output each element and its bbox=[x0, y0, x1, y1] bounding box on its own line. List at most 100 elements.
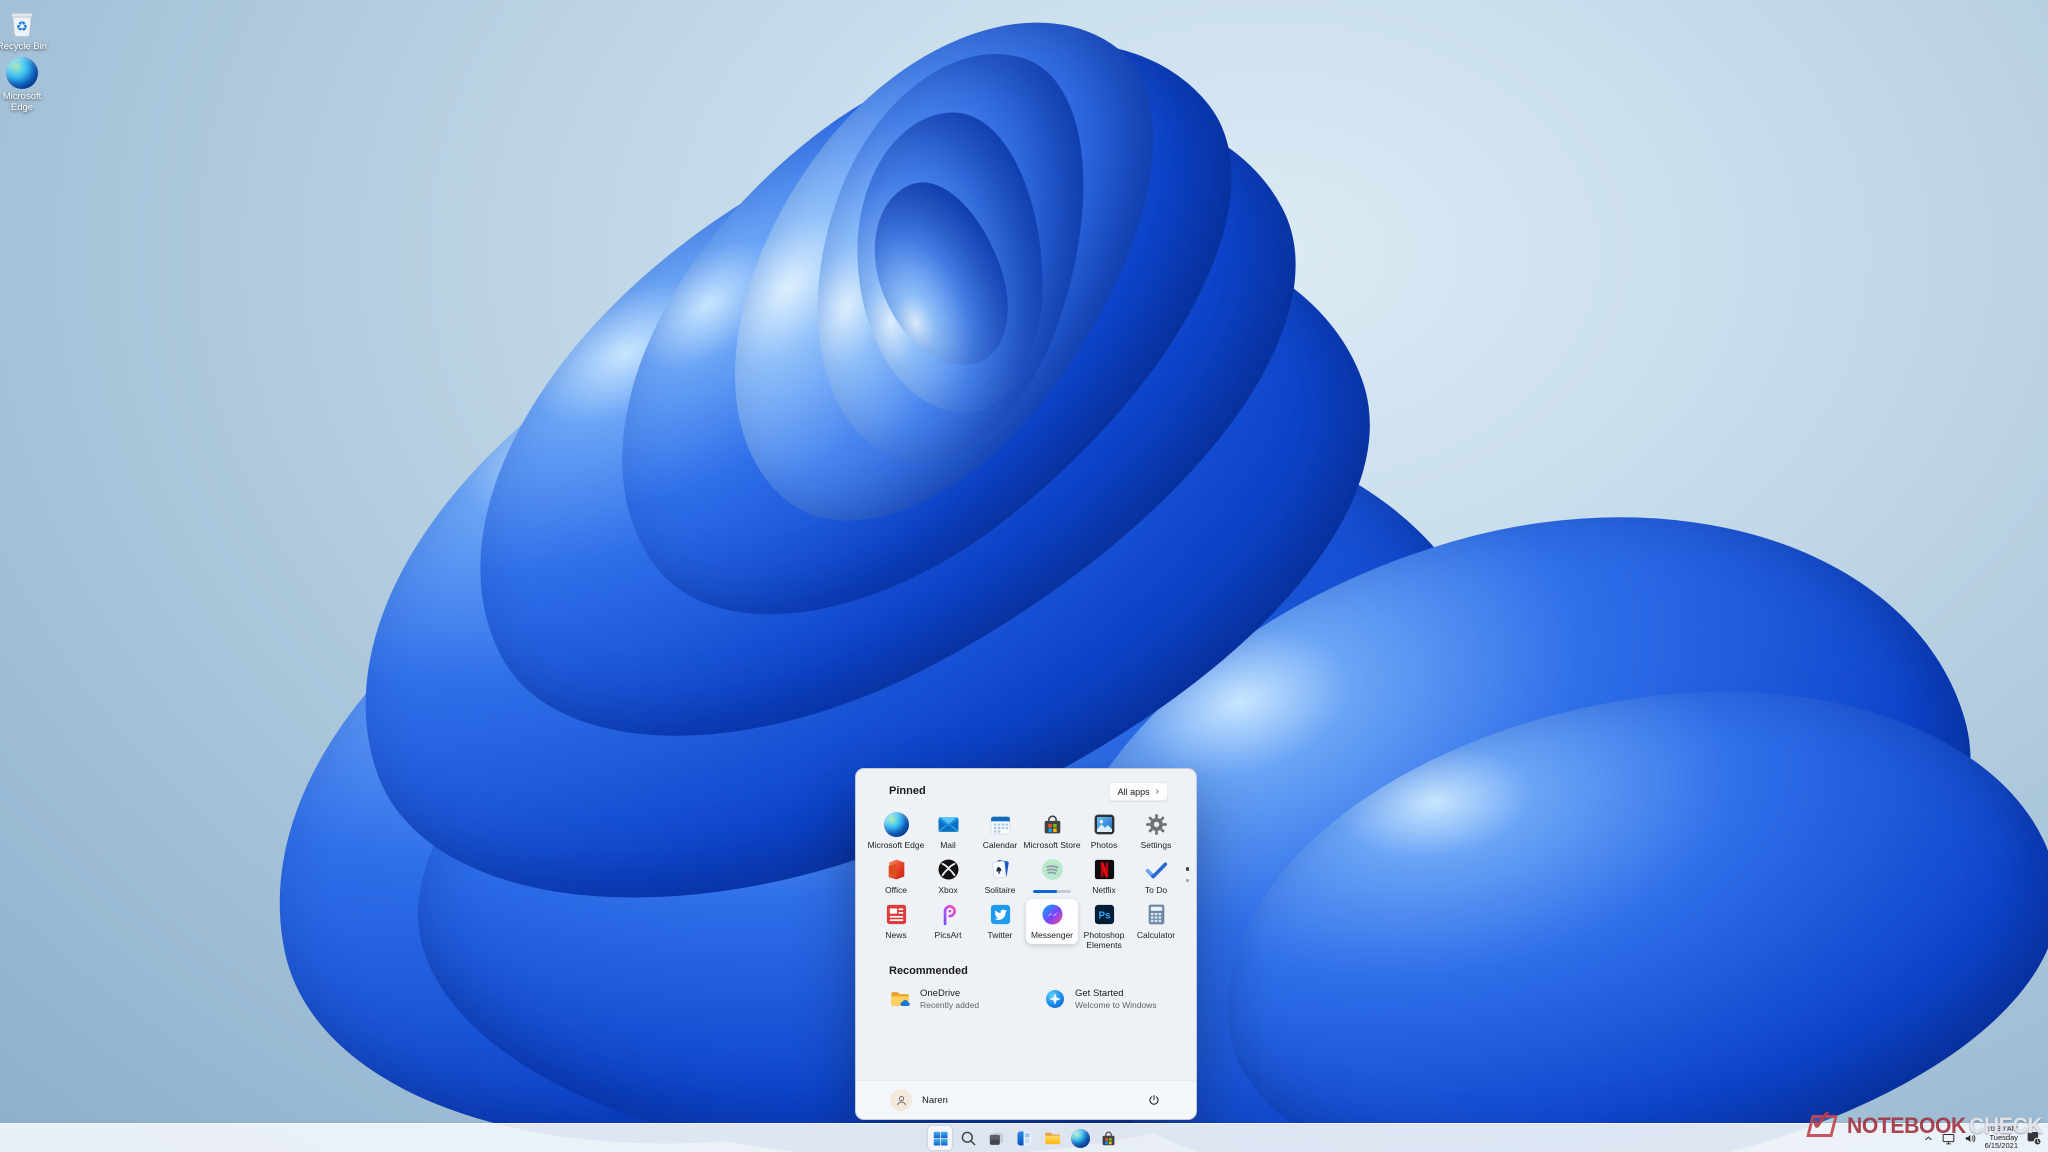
photoshop-elements-icon: Ps bbox=[1092, 902, 1117, 927]
recommended-item-onedrive[interactable]: OneDrive Recently added bbox=[884, 985, 984, 1013]
desktop-icon-label: Microsoft Edge bbox=[2, 91, 42, 113]
pinned-app-twitter[interactable]: Twitter bbox=[974, 899, 1026, 944]
start-menu: Pinned All apps Microsoft Edge Mail Cale… bbox=[855, 768, 1197, 1120]
settings-gear-icon bbox=[1144, 812, 1169, 837]
pinned-app-photos[interactable]: Photos bbox=[1078, 809, 1130, 854]
pinned-app-label: PicsArt bbox=[934, 930, 962, 940]
pinned-pages-scroll-indicator[interactable] bbox=[1185, 867, 1189, 882]
calendar-icon bbox=[988, 812, 1013, 837]
pinned-app-messenger[interactable]: Messenger bbox=[1026, 899, 1078, 944]
spotify-icon bbox=[1040, 857, 1065, 882]
recommended-title: Get Started bbox=[1075, 988, 1124, 999]
power-icon bbox=[1149, 1095, 1159, 1105]
pinned-app-label: Twitter bbox=[987, 930, 1013, 940]
pinned-app-calendar[interactable]: Calendar bbox=[974, 809, 1026, 854]
calculator-icon bbox=[1144, 902, 1169, 927]
chevron-right-icon bbox=[1156, 786, 1159, 797]
start-menu-footer: Naren bbox=[856, 1080, 1196, 1119]
pinned-app-label: Microsoft Store bbox=[1023, 840, 1081, 850]
pinned-app-label: To Do bbox=[1144, 885, 1168, 895]
pinned-app-label: Photos bbox=[1090, 840, 1118, 850]
user-avatar bbox=[890, 1089, 912, 1111]
get-started-icon bbox=[1044, 988, 1066, 1010]
pinned-app-microsoft-edge[interactable]: Microsoft Edge bbox=[867, 809, 925, 854]
search-icon bbox=[961, 1131, 975, 1145]
power-button[interactable] bbox=[1142, 1088, 1166, 1112]
edge-icon bbox=[5, 56, 39, 90]
pinned-app-mail[interactable]: Mail bbox=[922, 809, 974, 854]
pinned-app-xbox[interactable]: Xbox bbox=[922, 854, 974, 899]
microsoft-store-icon bbox=[1040, 812, 1065, 837]
onedrive-folder-icon bbox=[889, 988, 911, 1010]
messenger-icon bbox=[1040, 902, 1065, 927]
microsoft-store-icon bbox=[1102, 1131, 1114, 1145]
pinned-app-label: Office bbox=[884, 885, 908, 895]
search-button[interactable] bbox=[956, 1126, 980, 1150]
clock-date-display[interactable]: 10:30 AM Tuesday 6/15/2021 bbox=[1985, 1125, 2018, 1151]
pinned-app-label: Netflix bbox=[1092, 885, 1116, 895]
recommended-section-header: Recommended bbox=[889, 965, 968, 977]
pinned-app-settings[interactable]: Settings bbox=[1130, 809, 1182, 854]
task-view-icon bbox=[989, 1132, 1003, 1145]
file-explorer-icon bbox=[1044, 1132, 1060, 1144]
desktop-icon-recycle-bin[interactable]: ♻ Recycle Bin bbox=[0, 6, 58, 53]
twitter-icon bbox=[988, 902, 1013, 927]
news-icon bbox=[884, 902, 909, 927]
pinned-app-solitaire[interactable]: Solitaire bbox=[974, 854, 1026, 899]
edge-icon bbox=[883, 812, 909, 837]
svg-text:Ps: Ps bbox=[1098, 910, 1111, 921]
solitaire-icon bbox=[988, 857, 1013, 882]
pinned-app-news[interactable]: News bbox=[870, 899, 922, 944]
xbox-icon bbox=[936, 857, 961, 882]
network-icon[interactable] bbox=[1941, 1131, 1956, 1146]
pinned-app-spotify-installing[interactable] bbox=[1026, 854, 1078, 899]
pinned-app-photoshop-elements[interactable]: Ps Photoshop Elements bbox=[1078, 899, 1130, 950]
pinned-app-label: Calendar bbox=[982, 840, 1018, 850]
netflix-icon bbox=[1092, 857, 1117, 882]
install-progress-fill bbox=[1033, 890, 1058, 893]
pinned-app-label: Microsoft Edge bbox=[867, 840, 925, 850]
picsart-icon bbox=[936, 902, 961, 927]
taskbar: 10:30 AM Tuesday 6/15/2021 bbox=[0, 1123, 2048, 1152]
all-apps-button[interactable]: All apps bbox=[1108, 782, 1168, 801]
pinned-app-picsart[interactable]: PicsArt bbox=[922, 899, 974, 944]
pinned-app-label: Xbox bbox=[938, 885, 958, 895]
recycle-bin-icon: ♻ bbox=[5, 6, 39, 40]
tray-date: 6/15/2021 bbox=[1984, 1141, 2018, 1151]
recommended-item-get-started[interactable]: Get Started Welcome to Windows bbox=[1039, 985, 1162, 1013]
tray-overflow-chevron-up-icon[interactable] bbox=[1923, 1133, 1934, 1144]
pinned-app-to-do[interactable]: To Do bbox=[1130, 854, 1182, 899]
file-explorer-button[interactable] bbox=[1040, 1126, 1064, 1150]
pinned-app-netflix[interactable]: Netflix bbox=[1078, 854, 1130, 899]
office-icon bbox=[884, 857, 909, 882]
start-button[interactable] bbox=[928, 1126, 952, 1150]
recommended-subtitle: Recently added bbox=[920, 1000, 980, 1010]
mail-icon bbox=[936, 812, 961, 837]
user-name: Naren bbox=[922, 1094, 948, 1106]
windows-logo-icon bbox=[933, 1131, 948, 1146]
widgets-button[interactable] bbox=[1012, 1126, 1036, 1150]
desktop-icon-microsoft-edge[interactable]: Microsoft Edge bbox=[0, 56, 58, 114]
photos-icon bbox=[1092, 812, 1117, 837]
pinned-app-label: Solitaire bbox=[984, 885, 1016, 895]
page-dot bbox=[1185, 878, 1189, 882]
edge-icon bbox=[1070, 1128, 1090, 1148]
pinned-section-header: Pinned bbox=[889, 785, 926, 797]
desktop-icon-label: Recycle Bin bbox=[0, 41, 48, 52]
pinned-app-office[interactable]: Office bbox=[870, 854, 922, 899]
task-view-button[interactable] bbox=[984, 1126, 1008, 1150]
system-tray: 10:30 AM Tuesday 6/15/2021 bbox=[1923, 1124, 2043, 1152]
volume-icon[interactable] bbox=[1963, 1131, 1978, 1146]
pinned-app-label: Settings bbox=[1140, 840, 1172, 850]
pinned-app-calculator[interactable]: Calculator bbox=[1130, 899, 1182, 944]
pinned-app-microsoft-store[interactable]: Microsoft Store bbox=[1023, 809, 1081, 854]
svg-text:♻: ♻ bbox=[16, 20, 28, 35]
page-dot-active bbox=[1185, 867, 1189, 871]
notifications-button[interactable] bbox=[2025, 1129, 2043, 1147]
edge-taskbar-button[interactable] bbox=[1068, 1126, 1092, 1150]
user-account-button[interactable]: Naren bbox=[890, 1089, 948, 1111]
pinned-app-label: Calculator bbox=[1136, 930, 1176, 940]
pinned-app-label: Messenger bbox=[1030, 930, 1074, 940]
microsoft-store-taskbar-button[interactable] bbox=[1096, 1126, 1120, 1150]
recommended-title: OneDrive bbox=[920, 988, 961, 999]
